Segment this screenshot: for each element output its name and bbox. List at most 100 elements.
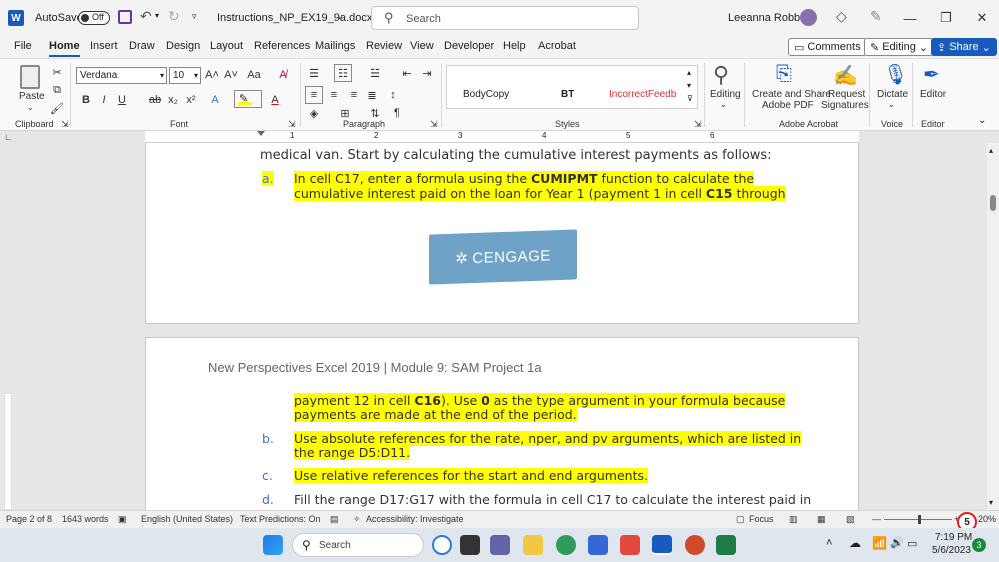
item-a-cont-line1[interactable]: payment 12 in cell C16). Use 0 as the ty… (294, 393, 786, 408)
item-b-line2[interactable]: the range D5:D11. (294, 445, 411, 460)
vertical-scrollbar[interactable]: ▴ ▾ (987, 143, 999, 510)
task-view-icon[interactable] (460, 535, 480, 555)
title-search-box[interactable]: ⚲ Search (371, 6, 639, 30)
highlight-color-button[interactable]: ✎ (234, 90, 262, 108)
powerpoint-icon[interactable] (685, 535, 705, 555)
font-name-combo[interactable]: Verdana ▾ (76, 67, 167, 84)
line-spacing-icon[interactable]: ↕ (384, 86, 402, 104)
subscript-icon[interactable]: x₂ (164, 91, 182, 109)
share-button[interactable]: ⇪ Share ⌄ (931, 38, 997, 56)
align-right-icon[interactable]: ≡ (345, 86, 363, 104)
item-a-line1[interactable]: In cell C17, enter a formula using the C… (294, 171, 755, 186)
language-status[interactable]: English (United States) (141, 514, 233, 524)
find-icon[interactable]: ⚲ (713, 62, 729, 88)
print-layout-icon[interactable]: ▦ (817, 514, 826, 525)
style-bt[interactable]: BT (561, 89, 574, 100)
copy-icon[interactable]: ⧉ (48, 81, 66, 99)
comments-button[interactable]: ▭ Comments (788, 38, 867, 56)
cut-icon[interactable]: ✂ (48, 63, 66, 81)
superscript-icon[interactable]: x² (182, 91, 200, 109)
menu-mailings[interactable]: Mailings (315, 40, 355, 52)
gmail-icon[interactable] (620, 535, 640, 555)
proofing-icon[interactable]: ▣ (118, 514, 127, 525)
request-signatures-icon[interactable]: ✍ (833, 63, 858, 88)
page-count[interactable]: Page 2 of 8 (6, 514, 52, 524)
customize-qat-icon[interactable]: ▿ (192, 11, 197, 22)
wifi-icon[interactable]: 📶 (872, 536, 887, 550)
store-icon[interactable] (588, 535, 608, 555)
strikethrough-icon[interactable]: ab (146, 91, 164, 109)
ribbon-collapse-icon[interactable]: ⌄ (978, 115, 986, 126)
paste-label[interactable]: Paste (19, 91, 45, 102)
clipboard-launcher-icon[interactable]: ⇲ (61, 119, 69, 130)
windows-start-icon[interactable] (263, 535, 283, 555)
styles-scroll-up-icon[interactable]: ▴ (687, 68, 691, 77)
macro-icon[interactable]: ▤ (330, 514, 339, 525)
paste-dropdown-icon[interactable]: ⌄ (27, 103, 34, 112)
save-icon[interactable] (118, 10, 132, 24)
taskbar-search-box[interactable]: ⚲ Search (292, 533, 424, 557)
accessibility-icon[interactable]: ✧ (353, 514, 361, 525)
indent-marker-icon[interactable] (257, 131, 265, 136)
menu-help[interactable]: Help (503, 40, 526, 52)
redo-icon[interactable]: ↻ (168, 8, 180, 25)
read-mode-icon[interactable]: ▥ (789, 514, 798, 525)
filename-chevron-icon[interactable]: ⌄ (336, 11, 344, 22)
autosave-toggle[interactable]: Off (78, 11, 110, 25)
create-share-pdf-label[interactable]: Create and Share (752, 89, 831, 100)
decrease-indent-icon[interactable]: ⇤ (398, 64, 416, 82)
change-case-icon[interactable]: Aa (245, 66, 263, 84)
item-b-line1[interactable]: Use absolute references for the rate, np… (294, 431, 802, 446)
italic-icon[interactable]: I (95, 91, 113, 109)
editor-button[interactable]: Editor (920, 89, 946, 100)
clock-date[interactable]: 5/6/2023 (932, 545, 971, 556)
align-center-icon[interactable]: ≡ (325, 86, 343, 104)
show-hidden-icons-icon[interactable]: ˄ (826, 537, 832, 549)
word-count[interactable]: 1643 words (62, 514, 109, 524)
zoom-level[interactable]: 20% (978, 514, 996, 524)
microphone-icon[interactable]: 🎙 (883, 62, 908, 87)
paragraph-intro[interactable]: medical van. Start by calculating the cu… (260, 148, 772, 163)
zoom-out-icon[interactable]: — (872, 514, 881, 524)
menu-references[interactable]: References (254, 40, 310, 52)
menu-file[interactable]: File (14, 40, 32, 52)
create-pdf-icon[interactable]: ⎘ (776, 63, 792, 86)
item-a-line2[interactable]: cumulative interest paid on the loan for… (294, 186, 786, 201)
styles-scroll-down-icon[interactable]: ▾ (687, 81, 691, 90)
volume-icon[interactable]: 🔊 (890, 536, 904, 549)
menu-view[interactable]: View (410, 40, 434, 52)
font-size-combo[interactable]: 10 ▾ (169, 67, 201, 84)
style-bodycopy[interactable]: BodyCopy (463, 89, 509, 100)
shrink-font-icon[interactable]: A˅ (222, 66, 240, 84)
numbering-icon[interactable]: ☷ (334, 64, 352, 82)
tab-selector-icon[interactable]: ∟ (4, 132, 13, 142)
bullets-icon[interactable]: ☰ (305, 64, 323, 82)
onedrive-icon[interactable]: ☁ (849, 536, 861, 550)
item-d-line1[interactable]: Fill the range D17:G17 with the formula … (294, 492, 811, 507)
undo-icon[interactable]: ↶ (140, 8, 152, 25)
zoom-slider[interactable] (884, 515, 952, 524)
menu-home[interactable]: Home (49, 40, 80, 57)
diamond-icon[interactable]: ◇ (836, 8, 847, 25)
menu-draw[interactable]: Draw (129, 40, 155, 52)
styles-more-icon[interactable]: ⊽ (687, 94, 693, 103)
menu-layout[interactable]: Layout (210, 40, 243, 52)
scroll-up-icon[interactable]: ▴ (989, 146, 993, 155)
menu-developer[interactable]: Developer (444, 40, 494, 52)
clock-time[interactable]: 7:19 PM (935, 532, 972, 543)
editing-mode-button[interactable]: ✎ Editing ⌄ (864, 38, 935, 56)
align-left-icon[interactable]: ≡ (305, 86, 323, 104)
editing-group-button[interactable]: Editing (710, 89, 741, 100)
accessibility-status[interactable]: Accessibility: Investigate (366, 514, 464, 524)
text-predictions-status[interactable]: Text Predictions: On (240, 514, 321, 524)
focus-mode[interactable]: Focus (749, 514, 774, 524)
minimize-icon[interactable]: — (893, 0, 927, 36)
excel-icon[interactable] (716, 535, 736, 555)
teams-icon[interactable] (490, 535, 510, 555)
focus-icon[interactable]: ▢ (736, 514, 745, 525)
horizontal-ruler[interactable]: 1 2 3 4 5 6 (145, 131, 859, 143)
vertical-ruler[interactable] (4, 393, 12, 510)
avatar[interactable] (800, 9, 817, 26)
styles-launcher-icon[interactable]: ⇲ (694, 119, 702, 130)
document-filename[interactable]: Instructions_NP_EX19_9a.docx (217, 12, 372, 24)
